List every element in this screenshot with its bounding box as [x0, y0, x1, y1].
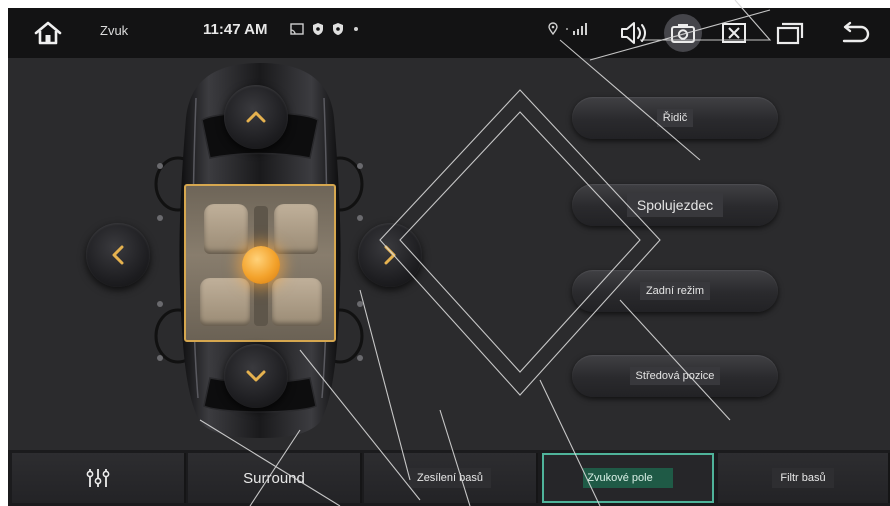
tab-label: Zvukové pole: [583, 468, 673, 488]
preset-passenger-button[interactable]: Spolujezdec: [572, 184, 778, 226]
tab-label: Surround: [243, 469, 305, 487]
signal-icon: [566, 22, 587, 35]
recents-icon: [776, 22, 804, 45]
bottom-tab-bar: Surround Zesílení basů Zvukové pole Filt…: [8, 450, 890, 506]
preset-label: Zadní režim: [639, 282, 711, 300]
move-right-button[interactable]: [358, 223, 422, 287]
clock: 11:47 AM: [203, 21, 268, 38]
preset-label: Středová pozice: [629, 367, 721, 385]
equalizer-icon: [86, 469, 110, 487]
home-icon: [34, 21, 62, 45]
chevron-up-icon: [246, 111, 266, 123]
volume-icon: [621, 22, 646, 44]
preset-label: Spolujezdec: [626, 193, 724, 217]
tab-surround[interactable]: Surround: [188, 453, 362, 503]
chevron-down-icon: [246, 370, 266, 382]
volume-button[interactable]: [614, 14, 654, 52]
close-app-button[interactable]: [714, 14, 754, 52]
home-button[interactable]: [28, 17, 68, 49]
tab-label: Zesílení basů: [408, 468, 492, 488]
dot-icon: [354, 27, 358, 31]
preset-rear-button[interactable]: Zadní režim: [572, 270, 778, 312]
chevron-right-icon: [384, 245, 396, 265]
seat-rear-left: [200, 278, 250, 326]
tab-bass-boost[interactable]: Zesílení basů: [364, 453, 538, 503]
tab-sound-field[interactable]: Zvukové pole: [542, 453, 714, 503]
preset-label: Řidič: [656, 109, 694, 127]
preset-driver-button[interactable]: Řidič: [572, 97, 778, 139]
recents-button[interactable]: [770, 14, 810, 52]
screen-title: Zvuk: [100, 23, 129, 38]
sound-focus-point[interactable]: [242, 246, 280, 284]
status-bar: Zvuk 11:47 AM: [8, 8, 890, 58]
move-up-button[interactable]: [224, 85, 288, 149]
notification-icons: [290, 22, 360, 36]
signal-icons: [548, 22, 588, 35]
preset-center-button[interactable]: Středová pozice: [572, 355, 778, 397]
seat-front-left: [204, 204, 248, 254]
back-icon: [842, 21, 870, 43]
tab-bass-filter[interactable]: Filtr basů: [718, 453, 890, 503]
close-app-icon: [722, 23, 746, 43]
shield-icon: [313, 23, 323, 35]
screenshot-button[interactable]: [664, 14, 702, 52]
screenshot-icon: [671, 24, 695, 43]
chevron-left-icon: [112, 245, 124, 265]
move-left-button[interactable]: [86, 223, 150, 287]
cast-icon: [290, 23, 304, 35]
back-button[interactable]: [836, 14, 876, 52]
head-unit-screen: Zvuk 11:47 AM Řidič Spolujezdec Zadní re…: [8, 8, 890, 506]
shield-icon: [333, 23, 343, 35]
move-down-button[interactable]: [224, 344, 288, 408]
car-sound-field: [78, 58, 448, 438]
tab-equalizer[interactable]: [12, 453, 186, 503]
seat-rear-right: [272, 278, 322, 326]
tab-label: Filtr basů: [772, 468, 834, 488]
location-icon: [548, 22, 558, 35]
seat-front-right: [274, 204, 318, 254]
